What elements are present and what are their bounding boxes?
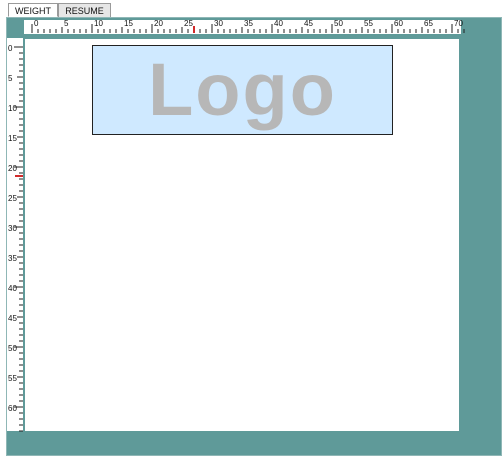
vertical-ruler[interactable]: 0 5 10 15 20 25 30 35 40 45 50 55 60 <box>7 38 23 432</box>
ruler-label: 70 <box>454 19 463 28</box>
ruler-label: 50 <box>334 19 343 28</box>
ruler-label: 60 <box>8 404 17 413</box>
ruler-label: 25 <box>8 194 17 203</box>
ruler-label: 15 <box>124 19 133 28</box>
ruler-label: 45 <box>304 19 313 28</box>
ruler-label: 50 <box>8 344 17 353</box>
ruler-label: 0 <box>34 19 39 28</box>
ruler-label: 10 <box>94 19 103 28</box>
ruler-label: 15 <box>8 134 17 143</box>
ruler-label: 30 <box>8 224 17 233</box>
ruler-label: 40 <box>8 284 17 293</box>
ruler-label: 20 <box>8 164 17 173</box>
logo-text: Logo <box>148 48 337 131</box>
ruler-label: 65 <box>424 19 433 28</box>
ruler-label: 35 <box>8 254 17 263</box>
ruler-label: 10 <box>8 104 17 113</box>
horizontal-ruler[interactable]: 0 5 10 15 20 25 30 35 40 45 50 55 60 65 70 <box>24 19 465 34</box>
ruler-label: 40 <box>274 19 283 28</box>
logo-placeholder[interactable]: Logo <box>92 45 393 135</box>
ruler-label: 5 <box>8 74 13 83</box>
ruler-label: 20 <box>154 19 163 28</box>
ruler-label: 55 <box>8 374 17 383</box>
ruler-label: 30 <box>214 19 223 28</box>
tab-weight[interactable]: WEIGHT <box>8 3 58 17</box>
ruler-label: 25 <box>184 19 193 28</box>
ruler-label: 0 <box>8 44 13 53</box>
ruler-label: 35 <box>244 19 253 28</box>
ruler-label: 55 <box>364 19 373 28</box>
app-frame: WEIGHT RESUME 0 5 10 15 20 25 30 35 40 45 50 55 60 65… <box>0 0 503 456</box>
ruler-label: 60 <box>394 19 403 28</box>
ruler-label: 45 <box>8 314 17 323</box>
ruler-label: 5 <box>64 19 69 28</box>
